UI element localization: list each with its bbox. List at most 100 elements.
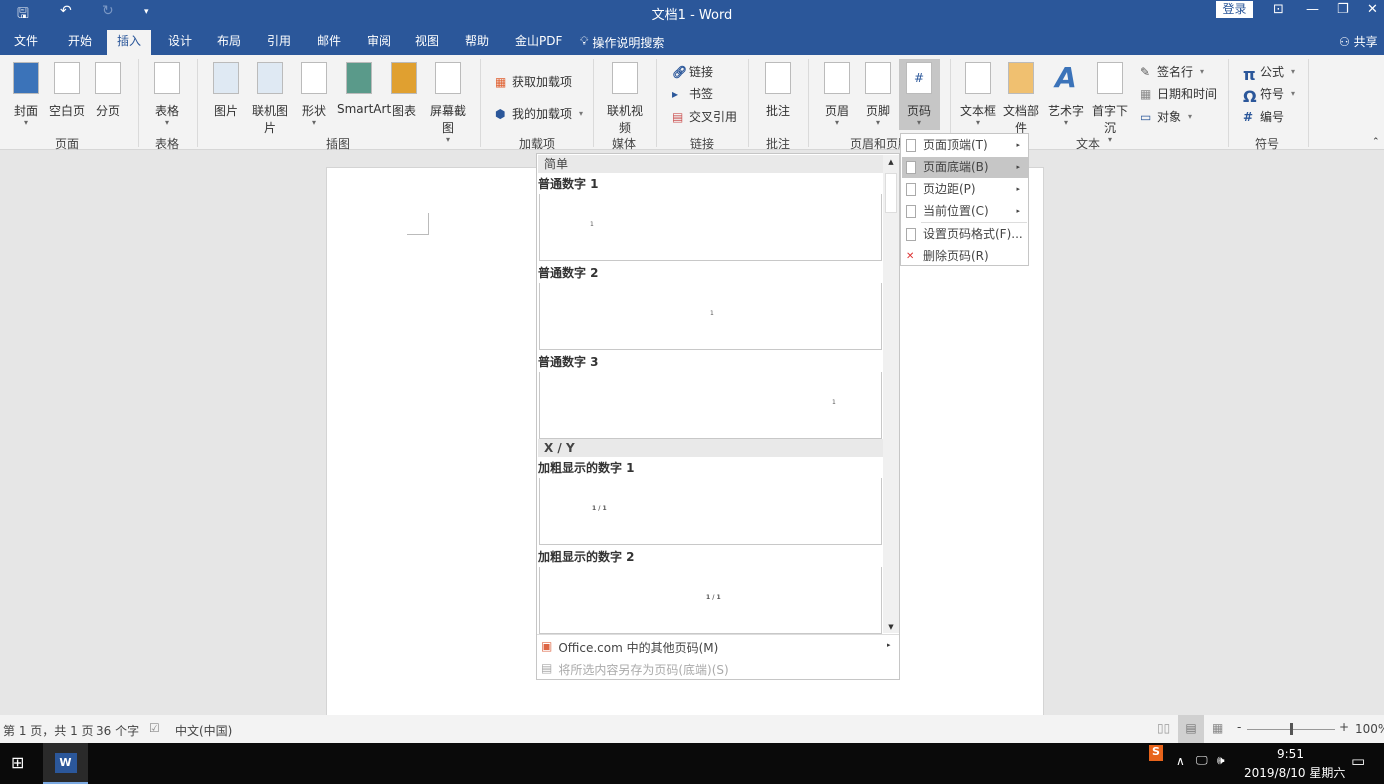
gallery-item-preview[interactable]: 1 / 1 — [539, 567, 882, 634]
ribbon-button-signature-line[interactable]: ✎ 签名行 ▾ — [1140, 63, 1204, 80]
collapse-ribbon-icon[interactable]: ⌃ — [1372, 137, 1380, 147]
more-page-numbers-item[interactable]: ▣ Office.com 中的其他页码(M) — [541, 639, 718, 656]
ribbon-button-cover[interactable]: 封面 ▾ — [4, 59, 48, 127]
ribbon-button-smartart[interactable]: SmartArt — [337, 59, 391, 124]
submenu-item-2[interactable]: 页边距(P) ▸ — [902, 179, 1028, 200]
ribbon-button-table[interactable]: 表格 ▾ — [145, 59, 189, 127]
ribbon-button-label: 批注 — [765, 104, 790, 118]
login-button[interactable]: 登录 — [1216, 1, 1253, 18]
ribbon-button-get-addins[interactable]: ▦ 获取加载项 — [495, 73, 572, 90]
submenu-item-1[interactable]: 页面底端(B) ▸ — [902, 157, 1028, 178]
ribbon-button-label: 封面 — [13, 104, 38, 118]
submenu-item-0[interactable]: 页面顶端(T) ▸ — [902, 135, 1028, 156]
zoom-slider-thumb[interactable] — [1290, 723, 1293, 735]
zoom-out-icon[interactable]: - — [1237, 720, 1241, 734]
submenu-item-3[interactable]: 当前位置(C) ▸ — [902, 201, 1028, 222]
restore-icon[interactable]: ❐ — [1337, 2, 1349, 17]
tab-4[interactable]: 布局 — [207, 30, 251, 55]
notification-icon[interactable]: ▭ — [1351, 752, 1365, 770]
scroll-down-icon[interactable]: ▼ — [883, 623, 899, 631]
group-separator — [138, 59, 139, 147]
ribbon-button-header[interactable]: 页眉 ▾ — [815, 59, 859, 127]
tab-10[interactable]: 金山PDF — [505, 30, 572, 55]
gallery-item-preview[interactable]: 1 — [539, 194, 882, 261]
group-label-9: 符号 — [1254, 137, 1280, 151]
ribbon-button-my-addins[interactable]: ⬢ 我的加载项 ▾ — [495, 105, 583, 122]
ribbon-button-label: 符号 — [1260, 87, 1285, 101]
gallery-item-preview[interactable]: 1 — [539, 283, 882, 350]
ribbon-button-blank-page[interactable]: 空白页 — [45, 59, 89, 127]
dropdown-arrow-icon: ▾ — [164, 118, 169, 127]
submenu-arrow-icon: ▸ — [1016, 207, 1020, 215]
tab-8[interactable]: 视图 — [405, 30, 449, 55]
ribbon-button-shapes[interactable]: 形状 ▾ — [292, 59, 336, 127]
ribbon-button-equation[interactable]: π 公式 ▾ — [1243, 63, 1295, 84]
share-button[interactable]: ⚇ 共享 — [1339, 33, 1378, 50]
read-mode-icon[interactable]: ▯▯ — [1157, 721, 1170, 735]
ribbon-button-bookmark[interactable]: ▸ 书签 — [672, 85, 713, 102]
ribbon-button-date-time[interactable]: ▦ 日期和时间 — [1140, 85, 1217, 102]
ribbon-button-screenshot[interactable]: 屏幕截图 ▾ — [426, 59, 470, 144]
print-layout-button[interactable]: ▤ — [1178, 715, 1204, 743]
show-hidden-icons[interactable]: ∧ — [1176, 754, 1185, 768]
window-title: 文档1 - Word — [651, 8, 733, 23]
ribbon-button-text-box[interactable]: 文本框 ▾ — [956, 59, 1000, 127]
tab-7[interactable]: 审阅 — [357, 30, 401, 55]
page-number-preview: 1 — [710, 310, 714, 317]
ribbon-button-quick-parts[interactable]: 文档部件▾ — [999, 59, 1043, 144]
clock-date[interactable]: 2019/8/10 星期六 — [1244, 764, 1345, 781]
language[interactable]: 中文(中国) — [175, 722, 232, 739]
ribbon-display-icon[interactable]: ⊡ — [1273, 2, 1284, 17]
sogou-ime-icon[interactable]: S — [1149, 745, 1163, 761]
ribbon-button-number[interactable]: # 编号 — [1243, 108, 1284, 125]
gallery-item-preview[interactable]: 1 / 1 — [539, 478, 882, 545]
network-icon[interactable]: 🖵︎ — [1196, 753, 1208, 768]
ribbon-button-cross-reference[interactable]: ▤ 交叉引用 — [672, 108, 737, 125]
scroll-up-icon[interactable]: ▲ — [883, 158, 899, 166]
ribbon-button-label: 书签 — [689, 87, 714, 101]
submenu-item-4[interactable]: 设置页码格式(F)... — [902, 224, 1028, 245]
ribbon-button-page-break[interactable]: 分页 — [86, 59, 130, 127]
dropdown-arrow-icon: ▾ — [23, 118, 28, 127]
word-count[interactable]: 36 个字 — [96, 722, 139, 739]
volume-icon[interactable]: 🕪︎ — [1217, 753, 1225, 768]
ribbon-button-link[interactable]: 🔗︎ 链接 — [672, 63, 713, 80]
word-taskbar-button[interactable]: W — [43, 743, 88, 784]
ribbon-button-picture[interactable]: 图片 — [204, 59, 248, 127]
tab-0[interactable]: 文件 — [4, 30, 48, 55]
windows-start-icon[interactable]: ⊞ — [11, 753, 24, 772]
zoom-level[interactable]: 100% — [1355, 722, 1384, 736]
minimize-icon[interactable]: — — [1306, 2, 1319, 17]
close-icon[interactable]: ✕ — [1367, 2, 1378, 17]
group-separator — [656, 59, 657, 147]
ribbon-button-footer[interactable]: 页脚 ▾ — [856, 59, 900, 127]
ribbon-button-symbol[interactable]: Ω 符号 ▾ — [1243, 85, 1295, 106]
group-separator — [808, 59, 809, 147]
web-layout-icon[interactable]: ▦ — [1212, 721, 1223, 735]
ribbon-button-label: 公式 — [1260, 65, 1285, 79]
ribbon-button-drop-cap[interactable]: 首字下沉 ▾ — [1088, 59, 1132, 144]
ribbon-button-online-video[interactable]: 联机视频 — [603, 59, 647, 144]
gallery-item-preview[interactable]: 1 — [539, 372, 882, 439]
tab-6[interactable]: 邮件 — [307, 30, 351, 55]
tab-9[interactable]: 帮助 — [455, 30, 499, 55]
page-count[interactable]: 第 1 页，共 1 页 — [3, 722, 94, 739]
ribbon-button-wordart[interactable]: A 艺术字 ▾ — [1044, 59, 1088, 127]
tell-me-search[interactable]: 💡︎ 操作说明搜索 — [580, 34, 664, 51]
proofing-icon[interactable]: ☑ — [149, 721, 160, 735]
zoom-in-icon[interactable]: + — [1339, 720, 1349, 734]
ribbon-button-object[interactable]: ▭ 对象 ▾ — [1140, 108, 1192, 125]
scroll-thumb[interactable] — [885, 173, 897, 213]
ribbon-button-online-picture[interactable]: 联机图片 — [248, 59, 292, 144]
tab-1[interactable]: 开始 — [58, 30, 102, 55]
clock-time[interactable]: 9:51 — [1277, 747, 1304, 761]
ribbon-button-page-number[interactable]: # 页码 ▾ — [897, 59, 941, 127]
ribbon-button-comment[interactable]: 批注 — [756, 59, 800, 127]
gallery-scrollbar[interactable]: ▲ ▼ — [883, 155, 899, 633]
tab-3[interactable]: 设计 — [158, 30, 202, 55]
tab-2[interactable]: 插入 — [107, 30, 152, 55]
submenu-item-5[interactable]: ✕ 删除页码(R) — [902, 246, 1028, 267]
ribbon-button-chart[interactable]: 图表 — [382, 59, 426, 127]
tab-5[interactable]: 引用 — [257, 30, 301, 55]
submenu-item-label: 删除页码(R) — [923, 249, 989, 263]
